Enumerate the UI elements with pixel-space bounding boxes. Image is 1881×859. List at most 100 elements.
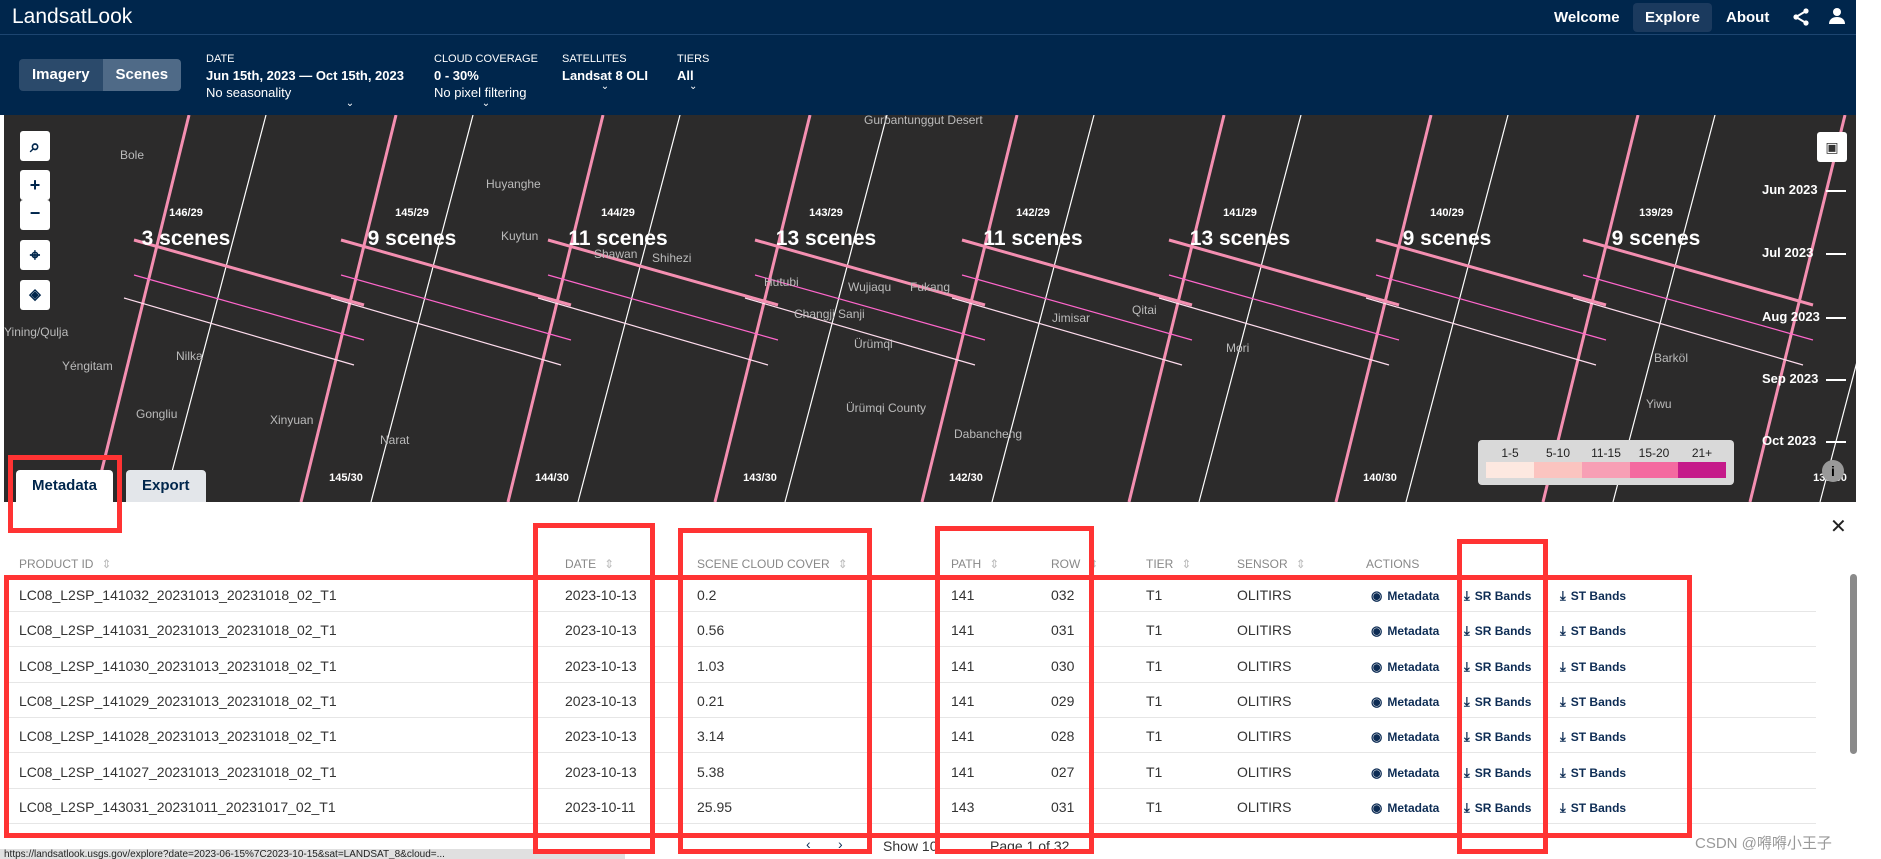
table-cell: 3.14 bbox=[697, 728, 725, 745]
sort-icon[interactable]: ⇕ bbox=[1088, 557, 1098, 571]
footprint-edge bbox=[1375, 274, 1607, 341]
action-label: SR Bands bbox=[1474, 800, 1532, 815]
next-page-button[interactable]: › bbox=[838, 836, 843, 852]
sr-bands-button[interactable]: ⤓ SR Bands bbox=[1464, 729, 1531, 745]
table-cell: LC08_L2SP_141032_20231013_20231018_02_T1 bbox=[19, 587, 337, 603]
timeline-label[interactable]: Jul 2023 bbox=[1762, 245, 1813, 260]
st-bands-button[interactable]: ⤓ ST Bands bbox=[1560, 800, 1626, 816]
st-bands-button[interactable]: ⤓ ST Bands bbox=[1560, 765, 1626, 781]
tab-export[interactable]: Export bbox=[126, 470, 206, 502]
cloud-filter[interactable]: CLOUD COVERAGE 0 - 30% No pixel filterin… bbox=[434, 53, 538, 109]
city-label: Shihezi bbox=[652, 251, 692, 265]
sr-bands-button[interactable]: ⤓ SR Bands bbox=[1464, 800, 1531, 816]
locate-icon[interactable]: ⌖ bbox=[20, 240, 50, 270]
metadata-button[interactable]: ◉ Metadata bbox=[1371, 694, 1439, 710]
legend-swatch bbox=[1582, 462, 1630, 478]
column-header[interactable]: SCENE CLOUD COVER ⇕ bbox=[697, 557, 848, 571]
scene-count-label[interactable]: 11 scenes bbox=[983, 227, 1082, 251]
info-icon[interactable]: i bbox=[1822, 460, 1844, 482]
table-cell: OLITIRS bbox=[1237, 657, 1292, 674]
nav-welcome[interactable]: Welcome bbox=[1542, 3, 1632, 32]
column-header[interactable]: SENSOR ⇕ bbox=[1237, 557, 1306, 571]
st-bands-button[interactable]: ⤓ ST Bands bbox=[1560, 588, 1626, 604]
sr-bands-button[interactable]: ⤓ SR Bands bbox=[1464, 588, 1531, 604]
sort-icon[interactable]: ⇕ bbox=[604, 557, 614, 571]
page-size-select[interactable]: Show 10 bbox=[883, 838, 937, 854]
sort-icon[interactable]: ⇕ bbox=[838, 557, 848, 571]
user-icon[interactable] bbox=[1828, 7, 1846, 25]
sr-bands-button[interactable]: ⤓ SR Bands bbox=[1464, 623, 1531, 639]
eye-icon: ◉ bbox=[1371, 693, 1383, 709]
column-header[interactable]: DATE ⇕ bbox=[565, 557, 614, 571]
metadata-button[interactable]: ◉ Metadata bbox=[1371, 800, 1439, 816]
download-icon: ⤓ bbox=[1560, 623, 1566, 639]
scene-count-label[interactable]: 9 scenes bbox=[1403, 227, 1492, 251]
column-header[interactable]: ROW ⇕ bbox=[1051, 557, 1098, 571]
city-label: Kuytun bbox=[501, 229, 539, 243]
imagery-button[interactable]: Imagery bbox=[19, 59, 103, 91]
sort-icon[interactable]: ⇕ bbox=[1181, 557, 1191, 571]
download-icon: ⤓ bbox=[1464, 623, 1470, 639]
st-bands-button[interactable]: ⤓ ST Bands bbox=[1560, 729, 1626, 745]
metadata-button[interactable]: ◉ Metadata bbox=[1371, 588, 1439, 604]
metadata-button[interactable]: ◉ Metadata bbox=[1371, 765, 1439, 781]
column-header[interactable]: TIER ⇕ bbox=[1146, 557, 1191, 571]
sort-icon[interactable]: ⇕ bbox=[1296, 557, 1306, 571]
date-filter[interactable]: DATE Jun 15th, 2023 — Oct 15th, 2023 No … bbox=[206, 53, 404, 109]
close-icon[interactable]: ✕ bbox=[1830, 514, 1847, 539]
sort-icon[interactable]: ⇕ bbox=[989, 557, 999, 571]
share-icon[interactable] bbox=[1792, 8, 1810, 26]
sort-icon[interactable]: ⇕ bbox=[101, 557, 111, 571]
action-label: SR Bands bbox=[1474, 765, 1532, 780]
scrollbar[interactable] bbox=[1847, 560, 1859, 760]
scene-count-label[interactable]: 13 scenes bbox=[1190, 227, 1290, 251]
sr-bands-button[interactable]: ⤓ SR Bands bbox=[1464, 765, 1531, 781]
scene-count-label[interactable]: 9 scenes bbox=[368, 227, 457, 251]
column-header[interactable]: PRODUCT ID ⇕ bbox=[19, 557, 112, 571]
scene-count-label[interactable]: 13 scenes bbox=[776, 227, 876, 251]
city-label: Xinyuan bbox=[270, 413, 314, 427]
metadata-button[interactable]: ◉ Metadata bbox=[1371, 729, 1439, 745]
timeline-label[interactable]: Sep 2023 bbox=[1762, 371, 1818, 386]
date-label: DATE bbox=[206, 53, 235, 65]
search-icon[interactable]: ⌕ bbox=[20, 131, 50, 161]
nav-about[interactable]: About bbox=[1714, 3, 1781, 32]
tiers-filter[interactable]: TIERS All ⌄ bbox=[677, 53, 709, 92]
st-bands-button[interactable]: ⤓ ST Bands bbox=[1560, 623, 1626, 639]
scene-count-label[interactable]: 3 scenes bbox=[142, 227, 231, 251]
nav-explore[interactable]: Explore bbox=[1633, 3, 1713, 32]
timeline-label[interactable]: Aug 2023 bbox=[1762, 309, 1820, 324]
table-cell: 027 bbox=[1051, 763, 1075, 780]
st-bands-button[interactable]: ⤓ ST Bands bbox=[1560, 694, 1626, 710]
path-row-label: 140/30 bbox=[1363, 472, 1397, 484]
zoom-in-button[interactable]: + bbox=[20, 170, 50, 200]
scene-count-label[interactable]: 9 scenes bbox=[1612, 227, 1701, 251]
scrollbar-thumb[interactable] bbox=[1850, 574, 1857, 754]
zoom-out-button[interactable]: − bbox=[20, 200, 50, 230]
column-header[interactable]: ACTIONS bbox=[1366, 557, 1419, 571]
satellites-filter[interactable]: SATELLITES Landsat 8 OLI ⌄ bbox=[562, 53, 648, 92]
legend-label: 1-5 bbox=[1501, 446, 1519, 460]
sr-bands-button[interactable]: ⤓ SR Bands bbox=[1464, 659, 1531, 675]
timeline-label[interactable]: Oct 2023 bbox=[1762, 433, 1816, 448]
sr-bands-button[interactable]: ⤓ SR Bands bbox=[1464, 694, 1531, 710]
table-cell: 032 bbox=[1051, 587, 1075, 603]
eye-icon: ◉ bbox=[1371, 588, 1383, 603]
tab-metadata[interactable]: Metadata bbox=[16, 470, 114, 502]
action-label: Metadata bbox=[1387, 589, 1440, 603]
column-header[interactable]: PATH ⇕ bbox=[951, 557, 999, 571]
table-cell: 141 bbox=[951, 622, 975, 639]
app-title[interactable]: LandsatLook bbox=[12, 5, 132, 29]
table-cell: 031 bbox=[1051, 622, 1075, 639]
metadata-button[interactable]: ◉ Metadata bbox=[1371, 623, 1439, 639]
metadata-button[interactable]: ◉ Metadata bbox=[1371, 659, 1439, 675]
timeline-label[interactable]: Jun 2023 bbox=[1762, 182, 1818, 197]
st-bands-button[interactable]: ⤓ ST Bands bbox=[1560, 659, 1626, 675]
legend-label: 5-10 bbox=[1545, 446, 1571, 460]
layers-icon[interactable]: ◈ bbox=[20, 280, 50, 310]
table-cell: LC08_L2SP_143031_20231011_20231017_02_T1 bbox=[19, 798, 336, 815]
image-icon[interactable]: ▣ bbox=[1817, 132, 1847, 162]
prev-page-button[interactable]: ‹ bbox=[806, 836, 811, 852]
scenes-button[interactable]: Scenes bbox=[102, 59, 182, 91]
action-label: ST Bands bbox=[1570, 659, 1627, 674]
